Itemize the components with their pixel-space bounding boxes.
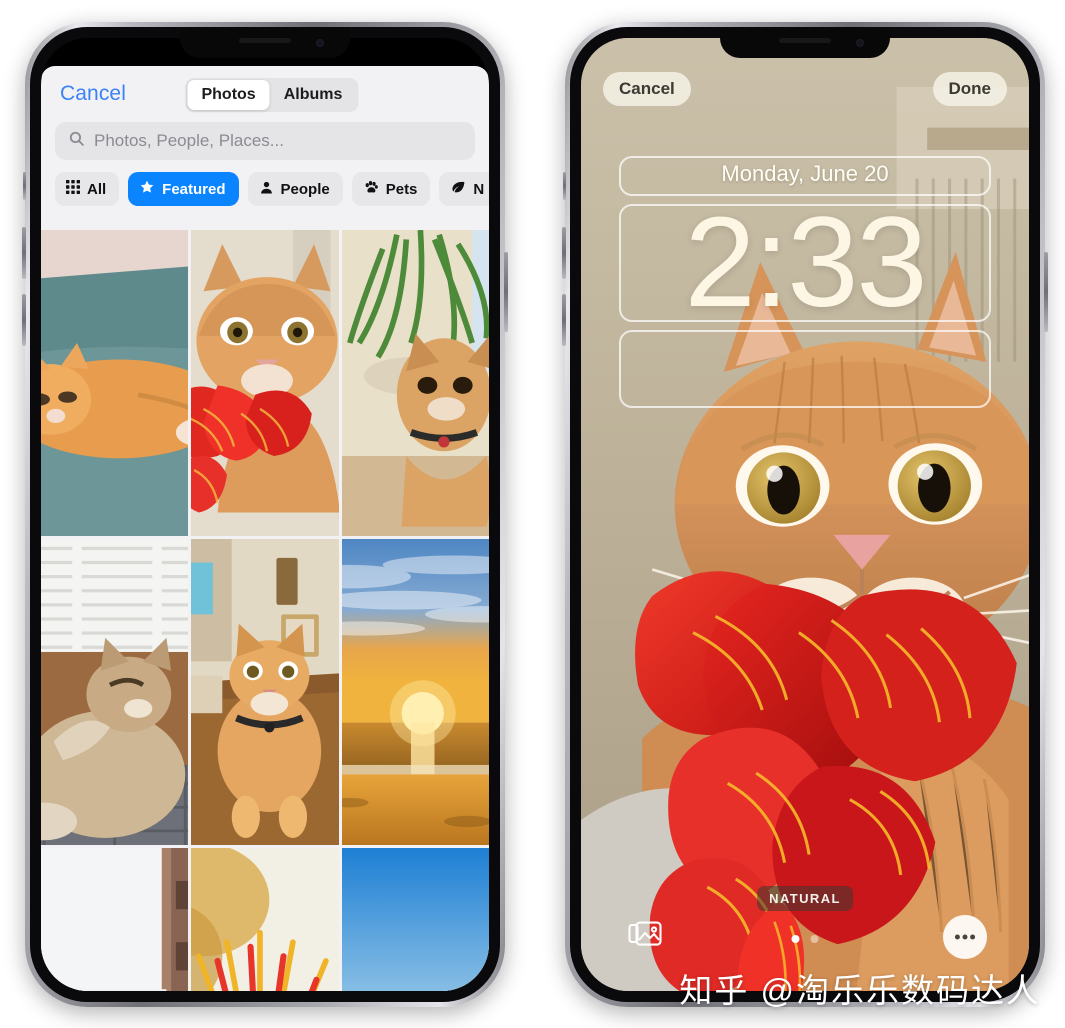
phone-right-body: Cancel Done Monday, June 20 2:33 NATURAL	[570, 27, 1040, 1002]
photo-thumbnail[interactable]	[191, 848, 339, 991]
mute-switch[interactable]	[563, 172, 566, 200]
power-button[interactable]	[1044, 252, 1048, 332]
watermark: 知乎 @淘乐乐数码达人	[679, 972, 1041, 1009]
photo-thumbnail[interactable]	[341, 848, 489, 991]
search-placeholder: Photos, People, Places...	[94, 131, 284, 150]
notch	[180, 27, 350, 58]
chip-featured-label: Featured	[162, 180, 226, 198]
tab-photos[interactable]: Photos	[187, 80, 270, 110]
volume-down-button[interactable]	[562, 294, 566, 346]
earpiece-speaker	[779, 38, 831, 43]
page-dots[interactable]	[791, 935, 819, 943]
photo-thumbnail[interactable]	[41, 539, 189, 845]
paw-icon	[363, 179, 379, 199]
photo-thumbnail[interactable]	[341, 539, 489, 845]
earpiece-speaker	[239, 38, 291, 43]
front-camera	[856, 39, 864, 47]
chip-all-label: All	[87, 180, 107, 198]
more-options-button[interactable]	[943, 915, 987, 959]
volume-up-button[interactable]	[562, 227, 566, 279]
photo-stack-icon	[628, 920, 662, 955]
notch	[720, 27, 890, 58]
chip-pets[interactable]: Pets	[351, 172, 431, 206]
done-button[interactable]: Done	[932, 72, 1007, 106]
photo-thumbnail[interactable]	[191, 539, 339, 845]
photo-picker-sheet: Cancel Photos Albums Photos, People, Pla…	[41, 66, 489, 991]
mute-switch[interactable]	[23, 172, 26, 200]
page-dot-active[interactable]	[791, 935, 800, 943]
photo-stack-button[interactable]	[623, 915, 667, 959]
phone-left-body: Cancel Photos Albums Photos, People, Pla…	[30, 27, 500, 1002]
photo-thumbnail[interactable]	[191, 230, 339, 536]
phone-left-screen: Cancel Photos Albums Photos, People, Pla…	[41, 38, 489, 991]
volume-up-button[interactable]	[22, 227, 26, 279]
empty-widget-slot[interactable]	[619, 330, 991, 408]
leaf-icon	[450, 179, 466, 199]
ellipsis-icon	[954, 928, 976, 946]
chip-people[interactable]: People	[247, 172, 343, 206]
star-icon	[139, 179, 155, 199]
style-label: NATURAL	[757, 886, 853, 911]
picker-header: Cancel Photos Albums	[41, 66, 489, 112]
front-camera	[316, 39, 324, 47]
lock-screen-date: Monday, June 20	[721, 161, 889, 186]
search-icon	[68, 130, 85, 152]
photo-thumbnail[interactable]: P	[41, 848, 189, 991]
lock-screen-editor: Cancel Done Monday, June 20 2:33 NATURAL	[581, 38, 1029, 991]
photo-grid[interactable]: P	[41, 230, 489, 991]
chip-nature[interactable]: N	[439, 172, 489, 206]
grid-icon	[66, 180, 80, 198]
chip-featured[interactable]: Featured	[128, 172, 239, 206]
chip-people-label: People	[280, 180, 330, 198]
tab-albums[interactable]: Albums	[270, 80, 357, 110]
volume-down-button[interactable]	[22, 294, 26, 346]
chip-pets-label: Pets	[385, 180, 418, 198]
page-dot[interactable]	[810, 935, 819, 943]
photo-thumbnail[interactable]	[341, 230, 489, 536]
photo-thumbnail[interactable]	[41, 230, 189, 536]
chip-nature-label: N	[473, 180, 485, 198]
cancel-button[interactable]: Cancel	[60, 82, 126, 106]
phone-left: Cancel Photos Albums Photos, People, Pla…	[22, 22, 508, 1007]
power-button[interactable]	[504, 252, 508, 332]
photos-albums-segmented-control[interactable]: Photos Albums	[185, 78, 359, 112]
chip-all[interactable]: All	[55, 172, 120, 206]
filter-chip-row[interactable]: All Featured People Pets N	[41, 160, 489, 217]
wallpaper-style-bar: NATURAL	[581, 886, 1029, 973]
phone-right: Cancel Done Monday, June 20 2:33 NATURAL	[562, 22, 1048, 1007]
lock-screen-time: 2:33	[684, 191, 927, 334]
cancel-button[interactable]: Cancel	[603, 72, 691, 106]
phone-right-screen: Cancel Done Monday, June 20 2:33 NATURAL	[581, 38, 1029, 991]
search-input[interactable]: Photos, People, Places...	[55, 122, 475, 160]
person-icon	[259, 180, 274, 199]
